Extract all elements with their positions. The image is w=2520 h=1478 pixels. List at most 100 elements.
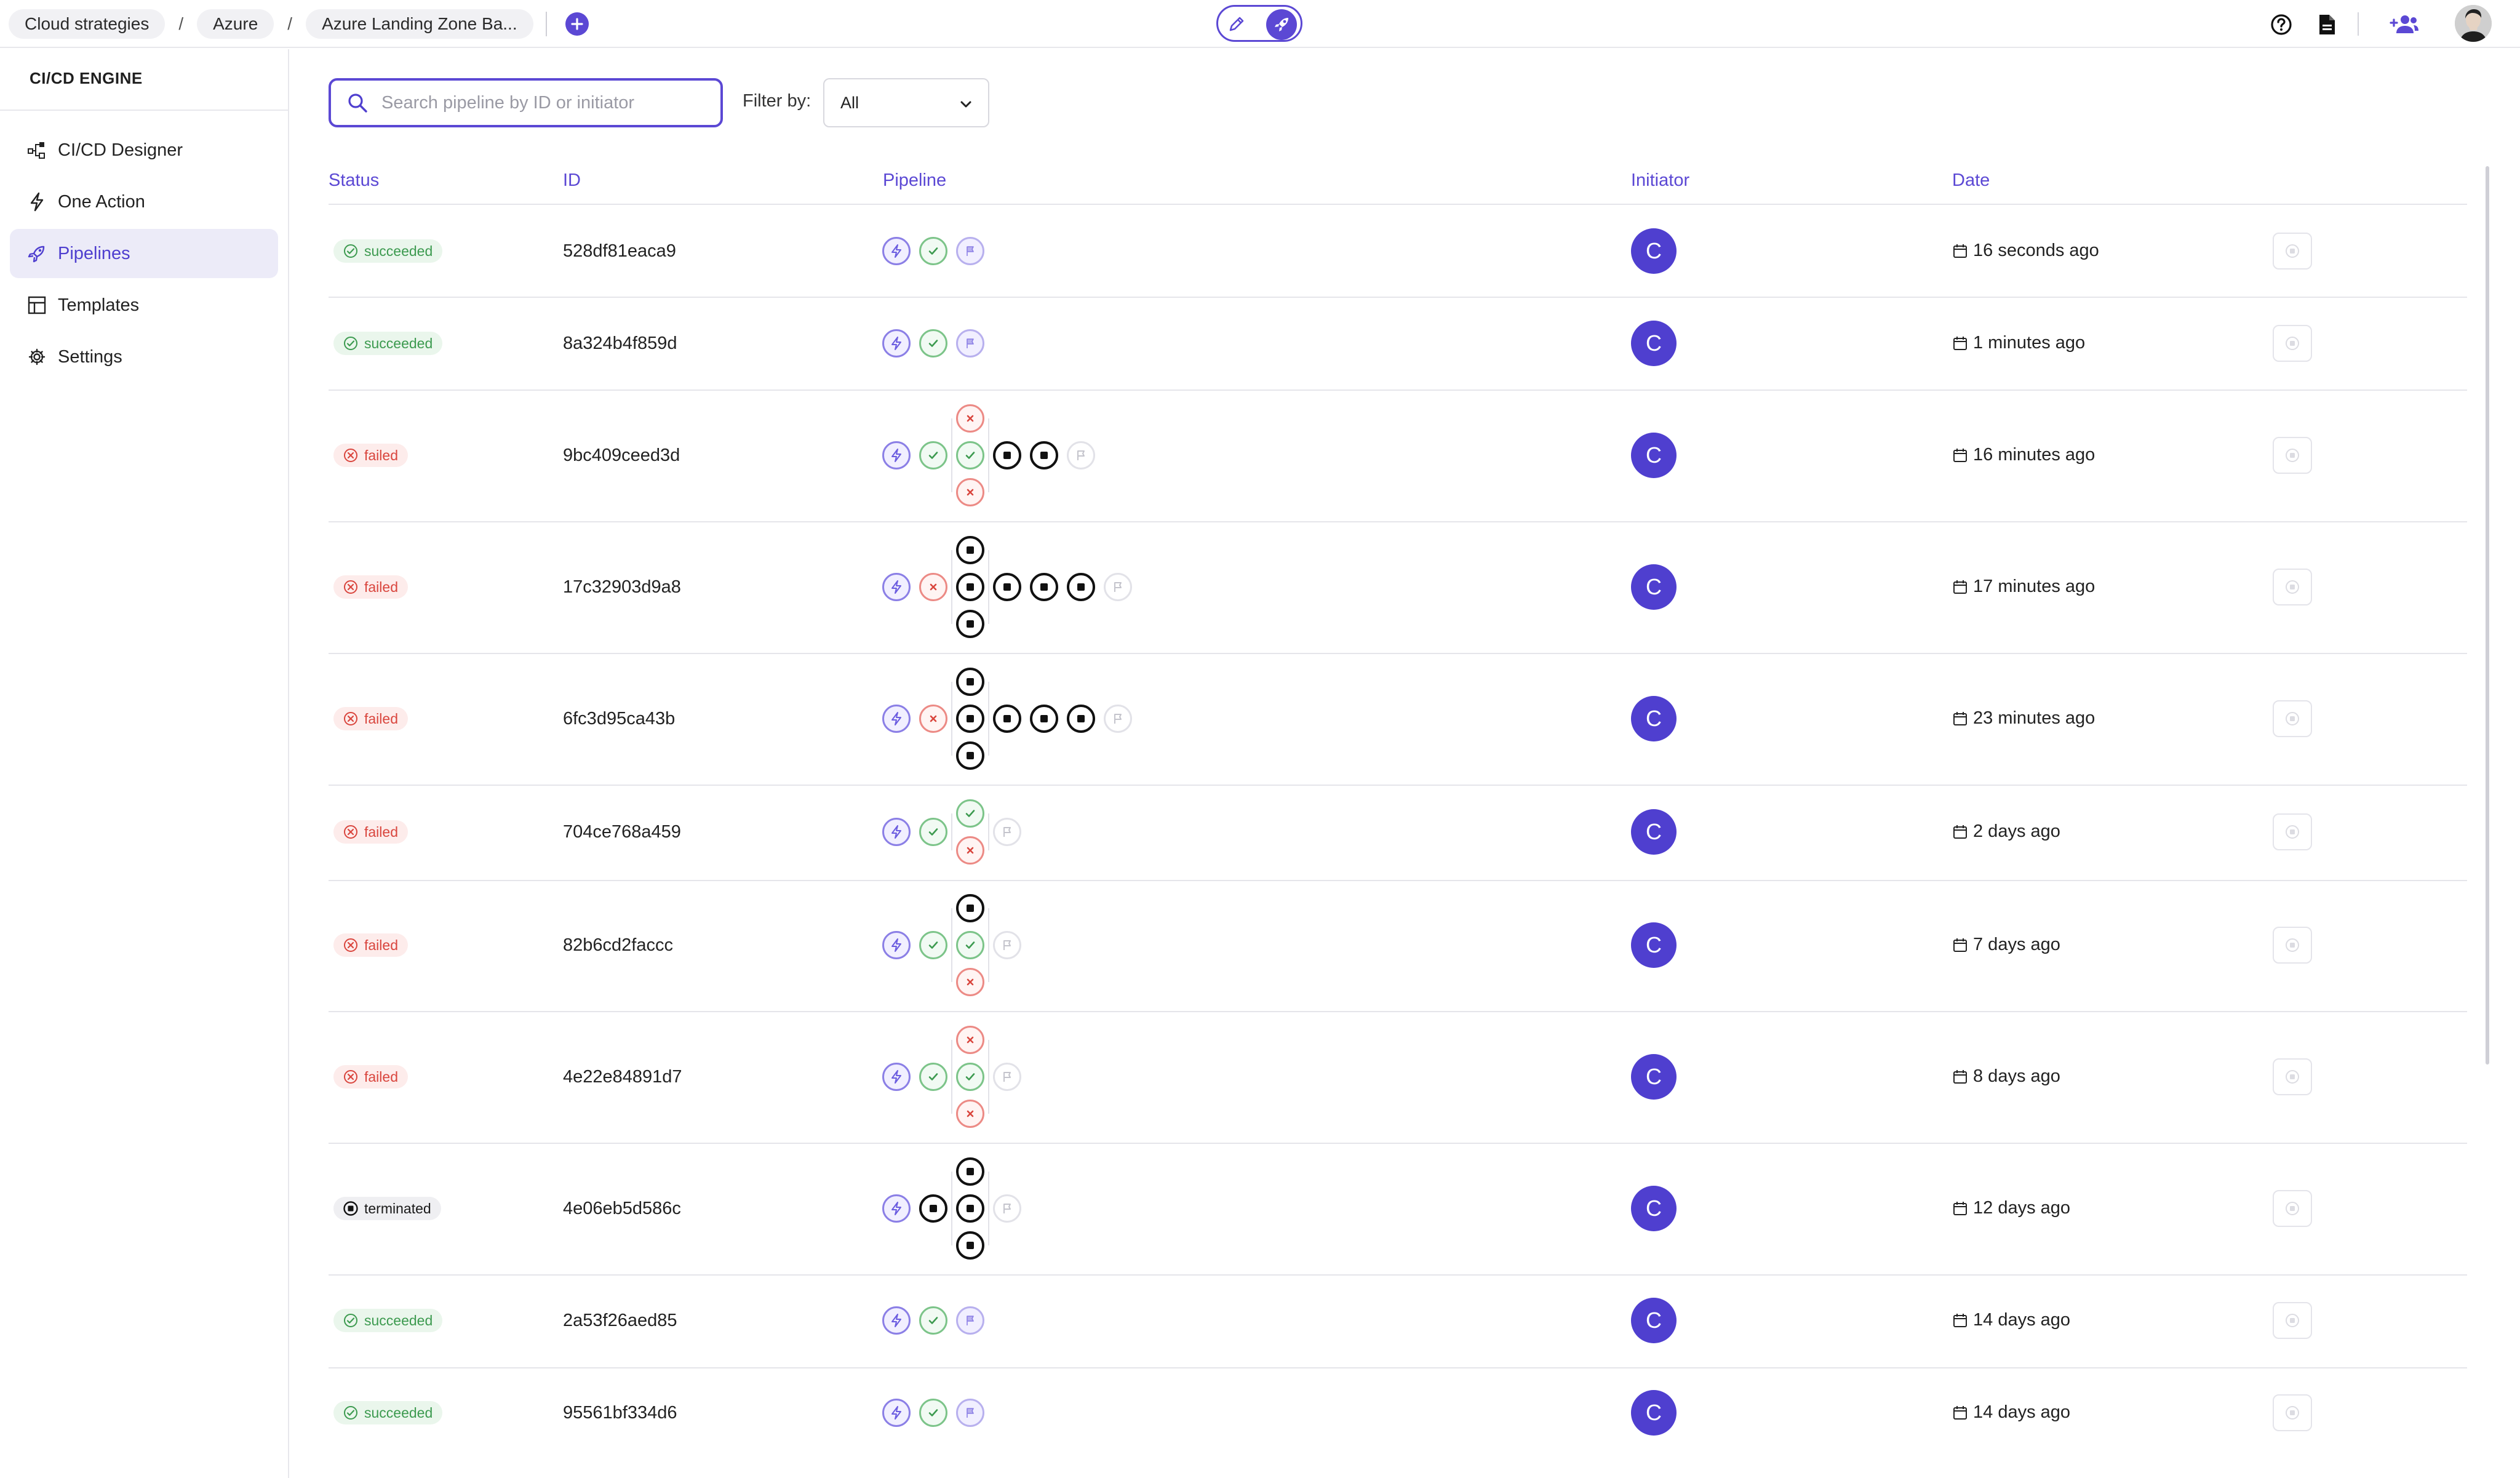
end-flag-node[interactable]: [956, 1399, 984, 1427]
failure-node[interactable]: [919, 573, 947, 601]
column-header-initiator[interactable]: Initiator: [1631, 170, 1689, 191]
pipeline-id[interactable]: 95561bf334d6: [563, 1403, 677, 1423]
pipeline-id[interactable]: 17c32903d9a8: [563, 577, 681, 597]
failure-node[interactable]: [956, 1100, 984, 1128]
sidebar-item-one-action[interactable]: One Action: [10, 177, 278, 226]
stopped-node[interactable]: [956, 573, 984, 601]
initiator-avatar[interactable]: C: [1631, 564, 1677, 610]
stopped-node[interactable]: [956, 1157, 984, 1186]
end-flag-node[interactable]: [1104, 705, 1132, 733]
stopped-node[interactable]: [919, 1194, 947, 1223]
success-node[interactable]: [919, 237, 947, 265]
stop-pipeline-button[interactable]: [2273, 569, 2312, 605]
initiator-avatar[interactable]: C: [1631, 433, 1677, 478]
failure-node[interactable]: [956, 836, 984, 865]
stopped-node[interactable]: [1067, 705, 1095, 733]
failure-node[interactable]: [956, 968, 984, 996]
end-flag-node[interactable]: [993, 1063, 1021, 1091]
stop-pipeline-button[interactable]: [2273, 1058, 2312, 1095]
stopped-node[interactable]: [1030, 573, 1058, 601]
pipeline-id[interactable]: 528df81eaca9: [563, 241, 676, 262]
failure-node[interactable]: [919, 705, 947, 733]
document-icon[interactable]: [2314, 12, 2340, 38]
initiator-avatar[interactable]: C: [1631, 809, 1677, 855]
sidebar-item-cicd-designer[interactable]: CI/CD Designer: [10, 126, 278, 175]
stop-pipeline-button[interactable]: [2273, 1394, 2312, 1431]
pipeline-id[interactable]: 4e06eb5d586c: [563, 1199, 681, 1219]
stopped-node[interactable]: [993, 573, 1021, 601]
trigger-node[interactable]: [882, 329, 911, 358]
column-header-pipeline[interactable]: Pipeline: [883, 170, 946, 191]
trigger-node[interactable]: [882, 931, 911, 959]
end-flag-node[interactable]: [993, 1194, 1021, 1223]
failure-node[interactable]: [956, 404, 984, 433]
sidebar-item-settings[interactable]: Settings: [10, 332, 278, 381]
help-icon[interactable]: [2268, 12, 2294, 38]
team-icon[interactable]: [2388, 12, 2419, 38]
end-flag-node[interactable]: [993, 818, 1021, 846]
end-flag-node[interactable]: [956, 1306, 984, 1335]
trigger-node[interactable]: [882, 1399, 911, 1427]
success-node[interactable]: [956, 931, 984, 959]
trigger-node[interactable]: [882, 1194, 911, 1223]
column-header-status[interactable]: Status: [329, 170, 379, 191]
search-field[interactable]: [329, 78, 723, 127]
scrollbar[interactable]: [2486, 166, 2489, 1065]
stopped-node[interactable]: [956, 894, 984, 922]
trigger-node[interactable]: [882, 1306, 911, 1335]
success-node[interactable]: [919, 1306, 947, 1335]
trigger-node[interactable]: [882, 573, 911, 601]
stopped-node[interactable]: [956, 1194, 984, 1223]
pipeline-id[interactable]: 4e22e84891d7: [563, 1067, 682, 1087]
pipeline-id[interactable]: 8a324b4f859d: [563, 334, 677, 354]
stopped-node[interactable]: [993, 705, 1021, 733]
stopped-node[interactable]: [956, 610, 984, 638]
stopped-node[interactable]: [956, 741, 984, 770]
initiator-avatar[interactable]: C: [1631, 922, 1677, 968]
stop-pipeline-button[interactable]: [2273, 700, 2312, 737]
success-node[interactable]: [919, 441, 947, 469]
trigger-node[interactable]: [882, 441, 911, 469]
trigger-node[interactable]: [882, 237, 911, 265]
initiator-avatar[interactable]: C: [1631, 696, 1677, 741]
stopped-node[interactable]: [956, 1231, 984, 1260]
initiator-avatar[interactable]: C: [1631, 228, 1677, 274]
end-flag-node[interactable]: [1104, 573, 1132, 601]
stop-pipeline-button[interactable]: [2273, 1302, 2312, 1339]
end-flag-node[interactable]: [956, 329, 984, 358]
breadcrumb-item-landing-zone[interactable]: Azure Landing Zone Ba...: [306, 9, 533, 39]
edit-mode-button[interactable]: [1223, 10, 1250, 38]
initiator-avatar[interactable]: C: [1631, 1390, 1677, 1436]
success-node[interactable]: [919, 1063, 947, 1091]
pipeline-id[interactable]: 704ce768a459: [563, 822, 681, 842]
run-mode-button[interactable]: [1266, 9, 1297, 40]
failure-node[interactable]: [956, 478, 984, 506]
breadcrumb-item-cloud-strategies[interactable]: Cloud strategies: [9, 9, 165, 39]
stopped-node[interactable]: [956, 536, 984, 564]
success-node[interactable]: [956, 441, 984, 469]
end-flag-node[interactable]: [993, 931, 1021, 959]
pipeline-id[interactable]: 9bc409ceed3d: [563, 445, 680, 466]
stopped-node[interactable]: [1067, 573, 1095, 601]
initiator-avatar[interactable]: C: [1631, 1298, 1677, 1343]
success-node[interactable]: [956, 1063, 984, 1091]
sidebar-item-templates[interactable]: Templates: [10, 281, 278, 330]
trigger-node[interactable]: [882, 818, 911, 846]
trigger-node[interactable]: [882, 705, 911, 733]
stop-pipeline-button[interactable]: [2273, 437, 2312, 474]
stop-pipeline-button[interactable]: [2273, 325, 2312, 362]
success-node[interactable]: [919, 818, 947, 846]
stopped-node[interactable]: [956, 705, 984, 733]
stopped-node[interactable]: [993, 441, 1021, 469]
initiator-avatar[interactable]: C: [1631, 1054, 1677, 1100]
pipeline-id[interactable]: 2a53f26aed85: [563, 1311, 677, 1331]
add-button[interactable]: [565, 12, 589, 36]
success-node[interactable]: [919, 931, 947, 959]
column-header-date[interactable]: Date: [1952, 170, 1990, 191]
user-avatar[interactable]: [2455, 5, 2492, 42]
pipeline-id[interactable]: 82b6cd2faccc: [563, 935, 673, 956]
stopped-node[interactable]: [1030, 705, 1058, 733]
stop-pipeline-button[interactable]: [2273, 813, 2312, 850]
stopped-node[interactable]: [956, 668, 984, 696]
trigger-node[interactable]: [882, 1063, 911, 1091]
